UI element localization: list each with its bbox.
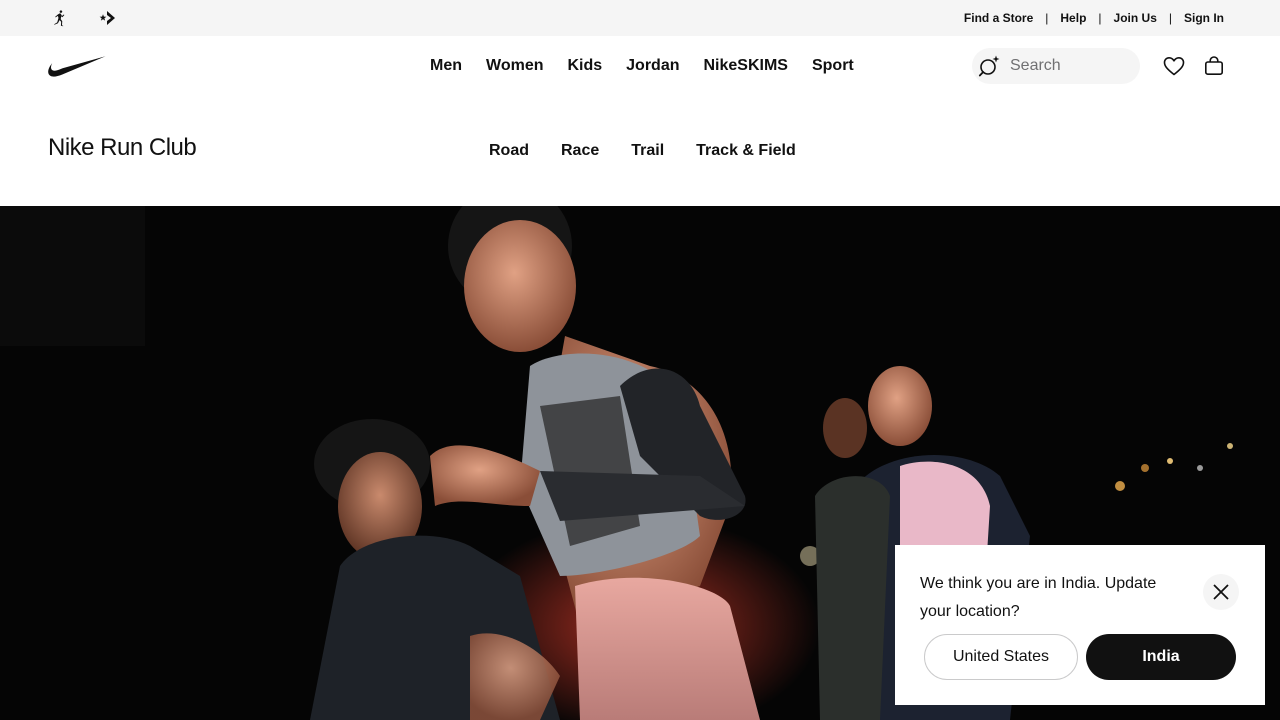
bag-icon[interactable]	[1202, 54, 1226, 78]
location-popup: We think you are in India. Update your l…	[895, 545, 1265, 705]
help-link[interactable]: Help	[1060, 11, 1086, 25]
nav-kids[interactable]: Kids	[567, 57, 602, 75]
heart-icon[interactable]	[1162, 54, 1186, 78]
sub-nav-race[interactable]: Race	[561, 142, 599, 160]
converse-star-chevron-icon[interactable]	[97, 8, 119, 28]
sub-nav: Nike Run Club Road Race Trail Track & Fi…	[0, 96, 1280, 206]
bag-icon-svg	[1204, 56, 1223, 75]
search-sparkle-icon[interactable]	[978, 54, 1002, 78]
nav-women[interactable]: Women	[486, 57, 543, 75]
converse-star-chevron-icon-svg	[99, 11, 115, 25]
nike-swoosh-icon[interactable]	[48, 54, 106, 78]
close-icon-svg	[1213, 584, 1229, 600]
india-button[interactable]: India	[1086, 634, 1236, 680]
divider: |	[1045, 11, 1049, 25]
utility-bar: Find a Store | Help | Join Us | Sign In	[0, 0, 1280, 36]
find-a-store-link[interactable]: Find a Store	[964, 11, 1033, 25]
jordan-jumpman-icon-svg	[54, 10, 65, 27]
nav-nikeskims[interactable]: NikeSKIMS	[704, 57, 788, 75]
nav-sport[interactable]: Sport	[812, 57, 854, 75]
page-title: Nike Run Club	[48, 134, 197, 161]
divider: |	[1098, 11, 1102, 25]
sub-nav-links: Road Race Trail Track & Field	[489, 142, 828, 160]
sign-in-link[interactable]: Sign In	[1184, 11, 1224, 25]
sub-nav-trail[interactable]: Trail	[631, 142, 664, 160]
divider: |	[1168, 11, 1172, 25]
search-sparkle-icon-svg	[978, 55, 1000, 77]
search-box[interactable]	[972, 48, 1140, 84]
united-states-button[interactable]: United States	[924, 634, 1078, 680]
main-nav: Men Women Kids Jordan NikeSKIMS Sport	[0, 36, 1280, 96]
heart-icon-svg	[1163, 57, 1185, 76]
nav-jordan[interactable]: Jordan	[626, 57, 679, 75]
search-input[interactable]	[1010, 57, 1120, 75]
location-message: We think you are in India. Update your l…	[920, 575, 1157, 620]
sub-nav-road[interactable]: Road	[489, 142, 529, 160]
nike-swoosh-icon-svg	[48, 56, 106, 77]
close-icon[interactable]	[1203, 574, 1239, 610]
jordan-jumpman-icon[interactable]	[49, 8, 71, 28]
utility-links: Find a Store | Help | Join Us | Sign In	[964, 0, 1224, 36]
sub-nav-track-and-field[interactable]: Track & Field	[696, 142, 796, 160]
nav-men[interactable]: Men	[430, 57, 462, 75]
join-us-link[interactable]: Join Us	[1114, 11, 1157, 25]
primary-nav: Men Women Kids Jordan NikeSKIMS Sport	[430, 36, 878, 96]
